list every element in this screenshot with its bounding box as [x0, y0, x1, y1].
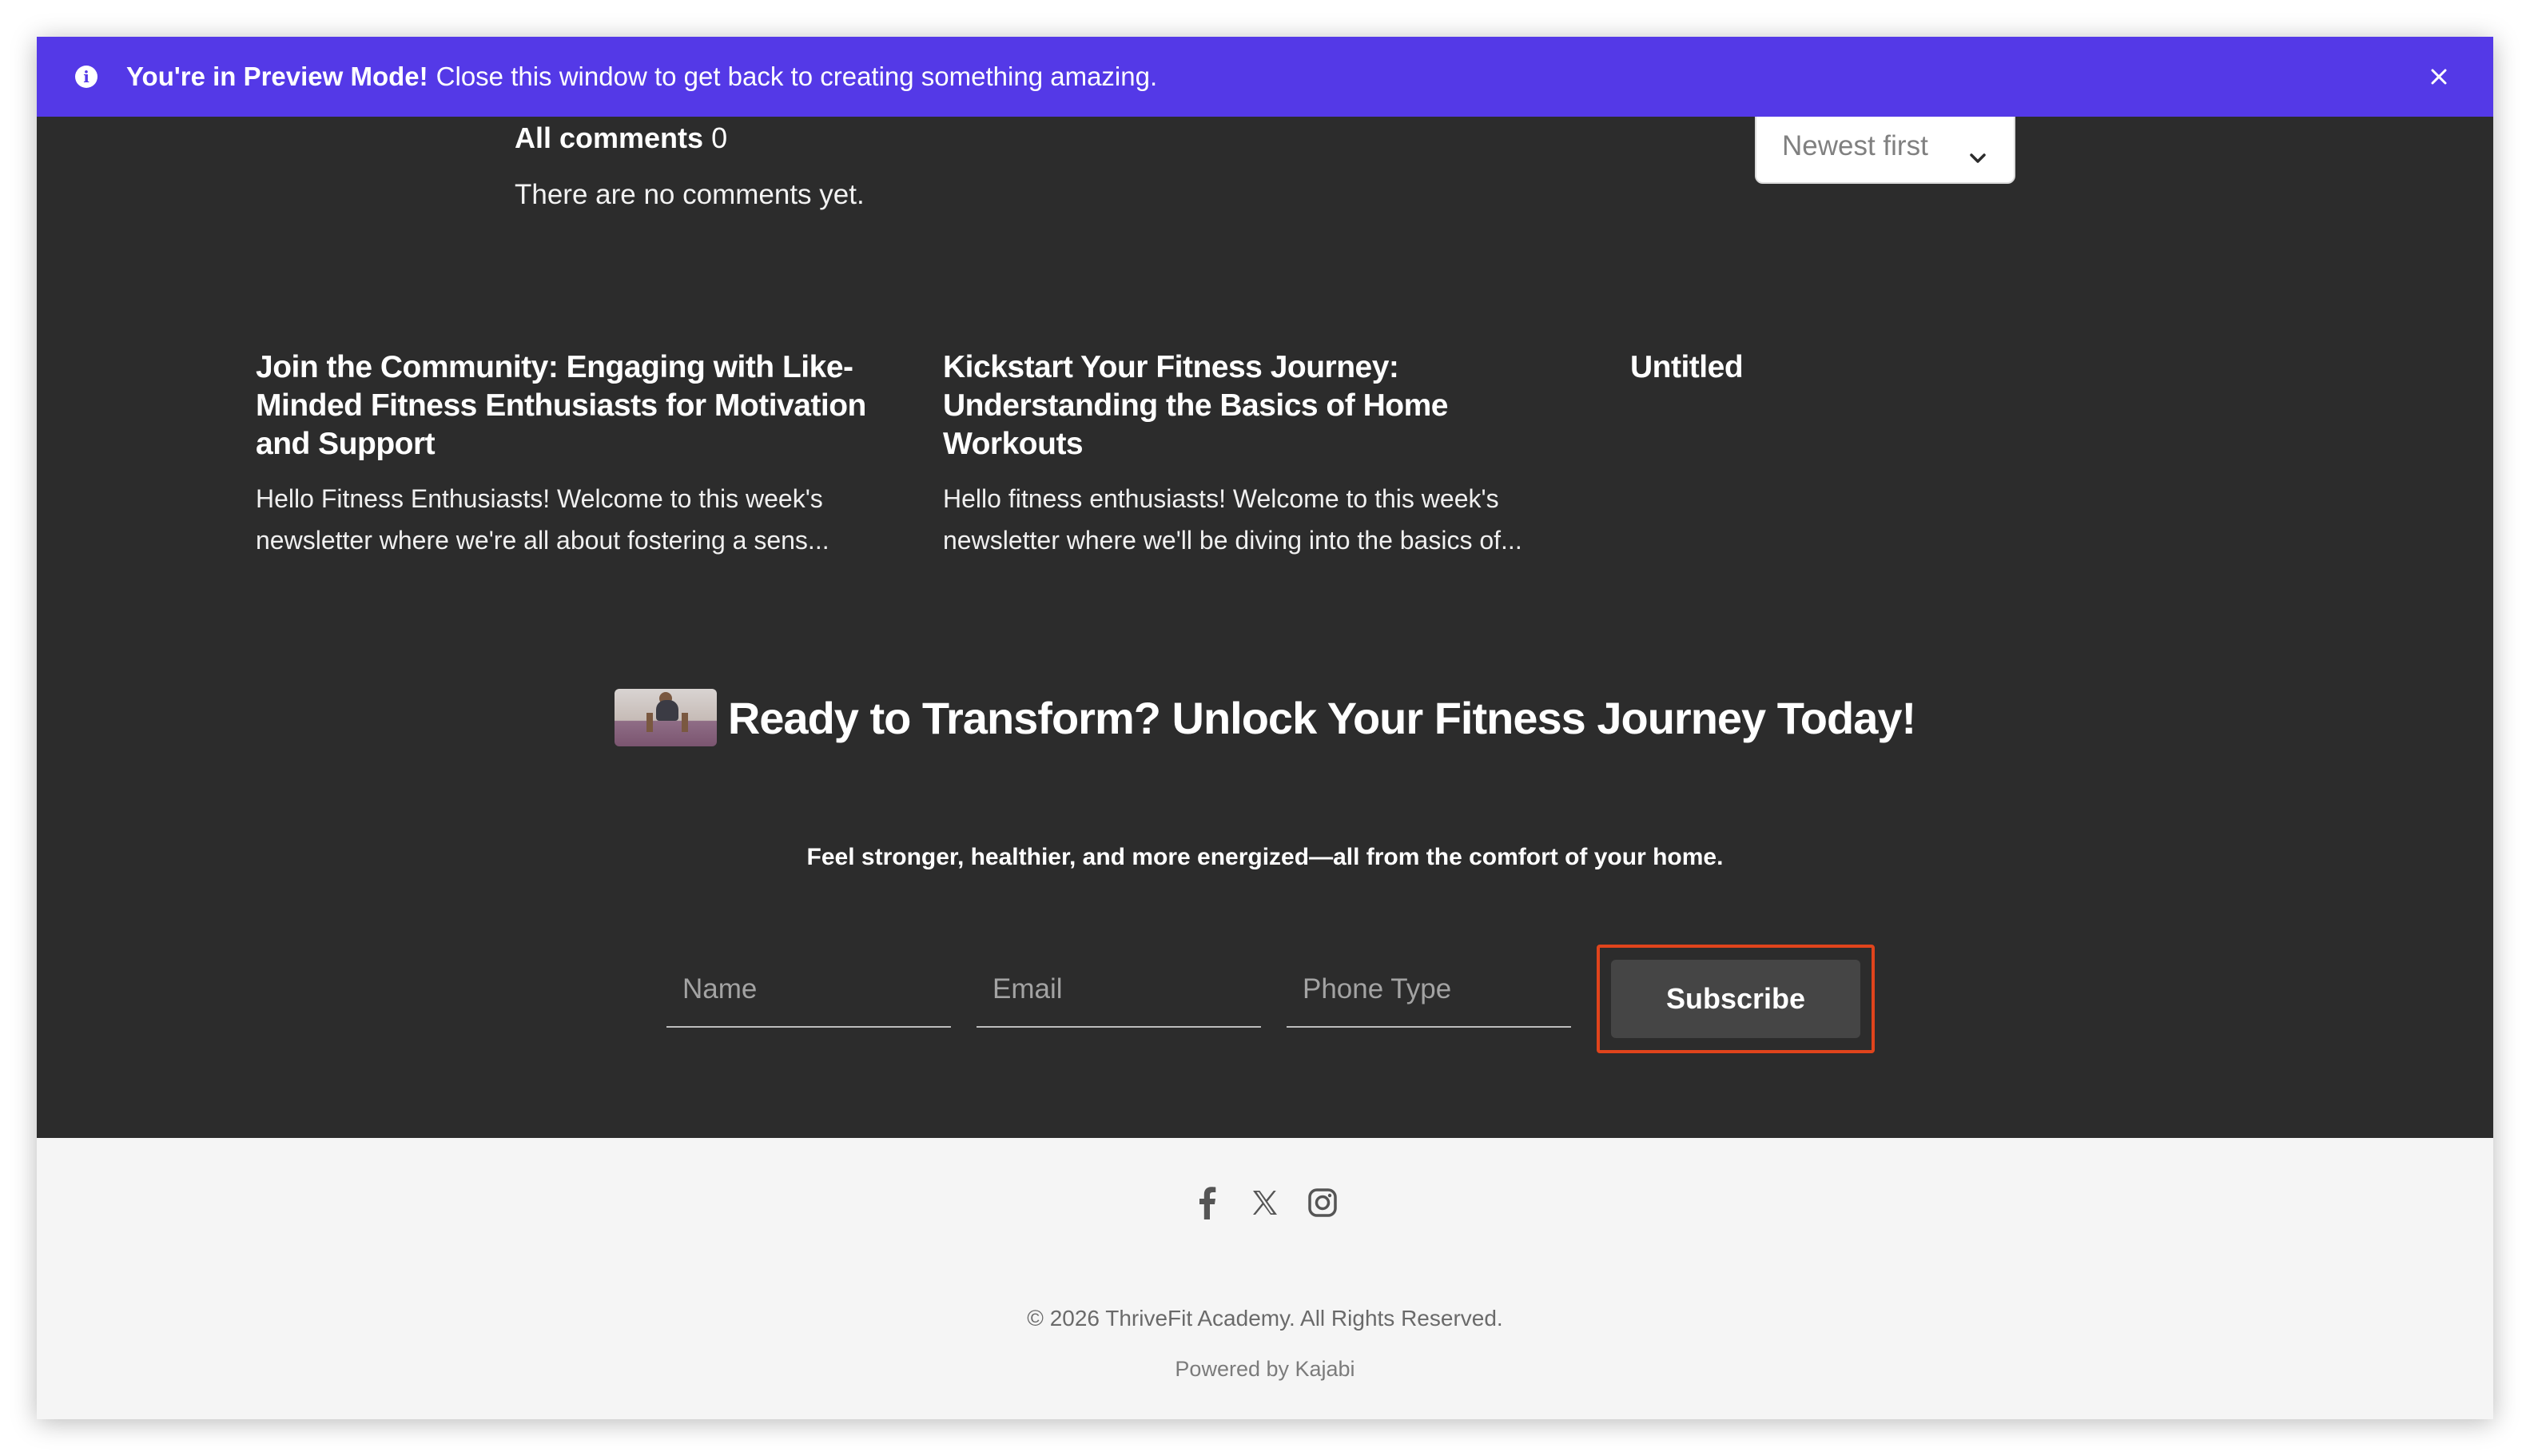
post-card[interactable]: Kickstart Your Fitness Journey: Understa… [943, 348, 1592, 561]
subscribe-form: Subscribe [666, 945, 1875, 1053]
post-excerpt: Hello Fitness Enthusiasts! Welcome to th… [256, 484, 829, 555]
comments-label: All comments [515, 121, 704, 154]
x-icon[interactable] [1247, 1184, 1283, 1221]
cta-subtitle: Feel stronger, healthier, and more energ… [806, 844, 1724, 870]
name-input[interactable] [666, 948, 951, 1028]
browser-window: i You're in Preview Mode! Close this win… [37, 37, 2493, 1419]
instagram-icon[interactable] [1304, 1184, 1341, 1221]
cta-heading: Ready to Transform? Unlock Your Fitness … [37, 689, 2493, 746]
phone-input[interactable] [1287, 948, 1571, 1028]
footer: © 2026 ThriveFit Academy. All Rights Res… [37, 1138, 2493, 1419]
cta-thumbnail-image [614, 689, 717, 746]
copyright-text: © 2026 ThriveFit Academy. All Rights Res… [1027, 1306, 1503, 1331]
post-card[interactable]: Untitled [1630, 348, 2110, 561]
post-title[interactable]: Untitled [1630, 348, 2110, 387]
chevron-down-icon [1969, 139, 1987, 171]
sort-selected-value: Newest first [1782, 130, 1928, 161]
cta-title: Ready to Transform? Unlock Your Fitness … [727, 692, 1916, 743]
close-icon[interactable] [2423, 61, 2455, 93]
post-title[interactable]: Join the Community: Engaging with Like-M… [256, 348, 905, 463]
social-links [37, 1184, 2493, 1221]
comments-header: All comments 0 [515, 121, 727, 155]
post-title[interactable]: Kickstart Your Fitness Journey: Understa… [943, 348, 1592, 463]
preview-mode-label: You're in Preview Mode! [126, 62, 428, 91]
comment-sort-select[interactable]: Newest first [1755, 109, 2015, 184]
subscribe-button[interactable]: Subscribe [1611, 960, 1860, 1038]
post-excerpt: Hello fitness enthusiasts! Welcome to th… [943, 484, 1522, 555]
email-input[interactable] [977, 948, 1261, 1028]
no-comments-text: There are no comments yet. [515, 179, 865, 210]
preview-mode-message: Close this window to get back to creatin… [436, 62, 1158, 91]
info-icon: i [75, 66, 97, 88]
related-posts: Join the Community: Engaging with Like-M… [256, 348, 2110, 561]
preview-mode-banner: i You're in Preview Mode! Close this win… [37, 37, 2493, 117]
comments-count: 0 [711, 121, 728, 154]
facebook-icon[interactable] [1189, 1184, 1226, 1221]
subscribe-highlight: Subscribe [1597, 945, 1875, 1053]
dark-content-section: All comments 0 There are no comments yet… [37, 109, 2493, 1138]
powered-by-link[interactable]: Powered by Kajabi [1175, 1357, 1355, 1381]
post-card[interactable]: Join the Community: Engaging with Like-M… [256, 348, 905, 561]
powered-by: Powered by Kajabi [37, 1357, 2493, 1382]
